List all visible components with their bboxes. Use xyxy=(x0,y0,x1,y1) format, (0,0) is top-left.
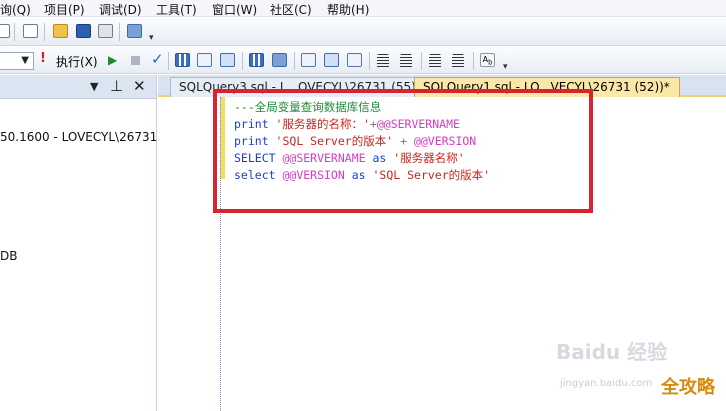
uncomment-icon[interactable] xyxy=(398,52,415,69)
menu-debug[interactable]: 调试(D) xyxy=(99,1,142,18)
menu-project[interactable]: 项目(P) xyxy=(44,1,85,18)
decrease-indent-icon[interactable] xyxy=(427,52,444,69)
toolbar-separator xyxy=(168,52,169,70)
tree-node-db[interactable]: DB xyxy=(0,249,17,263)
menu-bar: 询(Q) 项目(P) 调试(D) 工具(T) 窗口(W) 社区(C) 帮助(H) xyxy=(0,0,726,17)
toolbar-separator xyxy=(14,23,15,41)
results-to-grid-icon[interactable] xyxy=(323,52,340,69)
dropdown-icon[interactable]: ▼ xyxy=(90,80,98,93)
debug-play-icon[interactable]: ▶ xyxy=(108,53,117,67)
query-designer-icon[interactable] xyxy=(174,52,191,69)
toolbar-separator xyxy=(242,52,243,70)
menu-help[interactable]: 帮助(H) xyxy=(327,1,369,18)
activity-monitor-icon[interactable] xyxy=(126,23,143,40)
close-icon[interactable]: ✕ xyxy=(133,77,146,95)
specify-values-icon[interactable]: Ab xyxy=(479,52,496,69)
estimated-plan-icon[interactable] xyxy=(196,52,213,69)
menu-tools[interactable]: 工具(T) xyxy=(156,1,197,18)
toolbar-separator xyxy=(44,23,45,41)
object-explorer-header: ▼ ⊥ ✕ xyxy=(0,75,156,99)
results-to-text-icon[interactable] xyxy=(300,52,317,69)
database-select[interactable]: ▼ xyxy=(0,52,34,70)
stop-icon[interactable] xyxy=(131,56,140,65)
execute-button[interactable]: 执行(X) xyxy=(56,53,98,70)
include-plan-icon[interactable] xyxy=(271,52,288,69)
toolbar-options-icon[interactable]: ▾ xyxy=(503,63,511,72)
new-query-icon[interactable] xyxy=(0,23,11,40)
watermark-url: jingyan.baidu.com xyxy=(560,378,653,389)
toolbar-options-icon[interactable]: ▾ xyxy=(149,34,157,43)
highlight-annotation xyxy=(213,89,593,213)
toolbar-separator xyxy=(369,52,370,70)
save-icon[interactable] xyxy=(75,23,92,40)
results-to-file-icon[interactable] xyxy=(346,52,363,69)
brand-logo: 全攻略 xyxy=(661,377,715,398)
toolbar-separator xyxy=(119,23,120,41)
results-to-icon[interactable] xyxy=(219,52,236,69)
menu-query[interactable]: 询(Q) xyxy=(0,1,31,18)
intellisense-icon[interactable] xyxy=(248,52,265,69)
parse-check-icon[interactable]: ✓ xyxy=(151,50,164,68)
menu-window[interactable]: 窗口(W) xyxy=(212,1,257,18)
menu-community[interactable]: 社区(C) xyxy=(270,1,312,18)
print-icon[interactable] xyxy=(97,23,114,40)
watermark-logo: Baidu 经验 xyxy=(556,340,668,364)
pin-icon[interactable]: ⊥ xyxy=(110,77,123,95)
chevron-down-icon: ▼ xyxy=(21,55,29,66)
toolbar-separator xyxy=(473,52,474,70)
comment-icon[interactable] xyxy=(375,52,392,69)
server-node[interactable]: 50.1600 - LOVECYL\26731) xyxy=(0,130,162,144)
toolbar-separator xyxy=(294,52,295,70)
execute-icon[interactable]: ! xyxy=(40,51,46,66)
standard-toolbar: ▾ xyxy=(0,18,726,46)
toolbar-separator xyxy=(421,52,422,70)
increase-indent-icon[interactable] xyxy=(450,52,467,69)
new-file-icon[interactable] xyxy=(22,23,39,40)
object-explorer: ▼ ⊥ ✕ 50.1600 - LOVECYL\26731) DB xyxy=(0,75,162,411)
open-folder-icon[interactable] xyxy=(52,23,69,40)
